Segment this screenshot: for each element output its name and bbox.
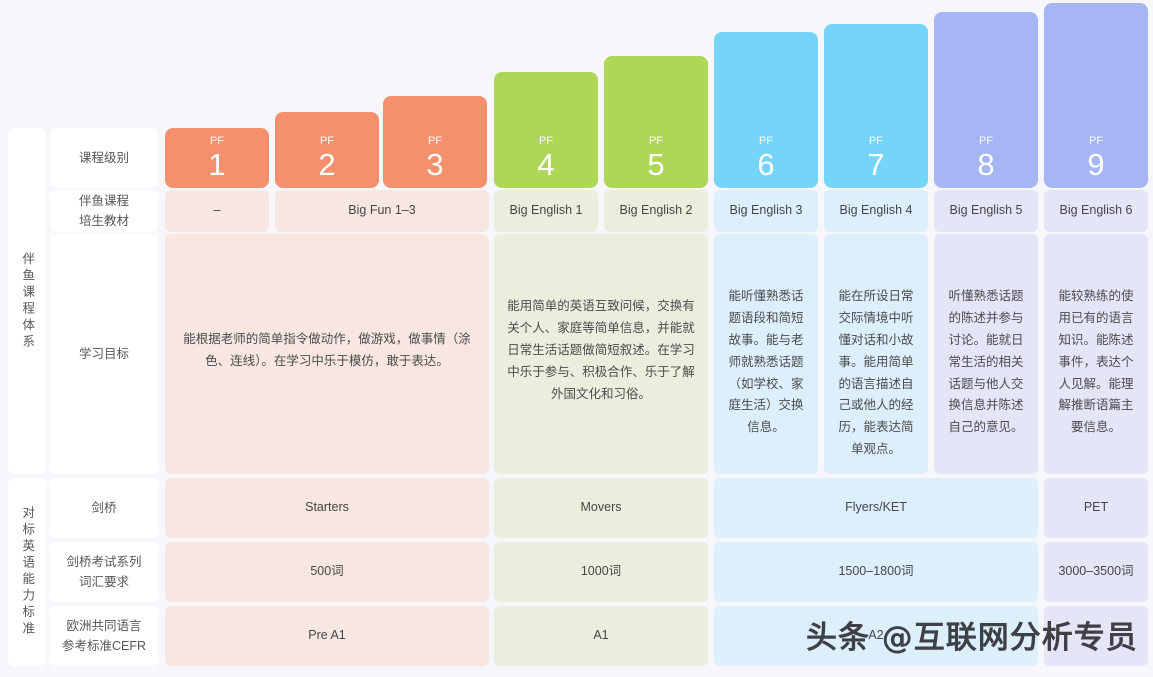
vocabulary-text: 1500–1800词 xyxy=(838,564,914,579)
vocabulary-cell: 500词 xyxy=(165,542,489,602)
level-header-2[interactable]: PF 2 xyxy=(275,112,379,188)
goal-text: 能用简单的英语互致问候，交换有关个人、家庭等简单信息，并能就日常生活话题做简短叙… xyxy=(507,299,695,401)
goal-text: 听懂熟悉话题的陈述并参与讨论。能就日常生活的相关话题与他人交换信息并陈述自己的意… xyxy=(948,289,1024,435)
cambridge-text: Flyers/KET xyxy=(845,500,907,515)
textbook-text: Big English 6 xyxy=(1059,203,1133,218)
goal-cell: 能听懂熟悉话题语段和简短故事。能与老师就熟悉话题（如学校、家庭生活）交换信息。 xyxy=(714,234,818,474)
row-label-vocabulary-text: 剑桥考试系列 词汇要求 xyxy=(66,555,142,589)
level-number: 9 xyxy=(1087,147,1105,183)
group-label-text: 伴鱼课程体系 xyxy=(20,251,35,351)
textbook-cell: Big English 1 xyxy=(494,190,598,232)
level-number: 4 xyxy=(537,147,555,183)
textbook-text: Big English 2 xyxy=(619,203,693,218)
goal-text: 能较熟练的使用已有的语言知识。能陈述事件，表达个人见解。能理解推断语篇主要信息。 xyxy=(1058,289,1134,435)
group-label-english-standard: 对标英语能力标准 xyxy=(8,478,46,666)
level-header-5[interactable]: PF 5 xyxy=(604,56,708,188)
cambridge-cell: PET xyxy=(1044,478,1148,538)
group-label-course-system: 伴鱼课程体系 xyxy=(8,128,46,474)
cefr-text: Pre A1 xyxy=(308,628,346,643)
goal-cell: 听懂熟悉话题的陈述并参与讨论。能就日常生活的相关话题与他人交换信息并陈述自己的意… xyxy=(934,234,1038,474)
level-number: 5 xyxy=(647,147,665,183)
row-label-level: 课程级别 xyxy=(50,128,158,188)
row-label-level-text: 课程级别 xyxy=(78,151,129,165)
level-number: 6 xyxy=(757,147,775,183)
level-number: 3 xyxy=(426,147,444,183)
vocabulary-text: 1000词 xyxy=(580,564,622,579)
textbook-text: Big English 5 xyxy=(949,203,1023,218)
vocabulary-cell: 3000–3500词 xyxy=(1044,542,1148,602)
cambridge-text: PET xyxy=(1083,500,1109,515)
cambridge-text: Starters xyxy=(305,500,349,515)
vocabulary-cell: 1500–1800词 xyxy=(714,542,1038,602)
textbook-cell: Big English 4 xyxy=(824,190,928,232)
cefr-cell: Pre A1 xyxy=(165,606,489,666)
textbook-text: – xyxy=(213,203,221,218)
level-prefix: PF xyxy=(648,135,664,148)
course-level-comparison-chart: 伴鱼课程体系对标英语能力标准 课程级别伴鱼课程 培生教材学习目标剑桥剑桥考试系列 … xyxy=(0,0,1153,677)
row-label-goal-text: 学习目标 xyxy=(78,347,129,361)
row-label-cambridge-text: 剑桥 xyxy=(91,501,117,515)
textbook-text: Big English 3 xyxy=(729,203,803,218)
goal-text: 能在所设日常交际情境中听懂对话和小故事。能用简单的语言描述自己或他人的经历，能表… xyxy=(838,289,914,457)
row-label-cefr: 欧洲共同语言 参考标准CEFR xyxy=(50,606,158,666)
textbook-cell: Big English 2 xyxy=(604,190,708,232)
vocabulary-cell: 1000词 xyxy=(494,542,708,602)
cambridge-text: Movers xyxy=(580,500,622,515)
textbook-cell: Big English 6 xyxy=(1044,190,1148,232)
cambridge-cell: Starters xyxy=(165,478,489,538)
cefr-cell: A1 xyxy=(494,606,708,666)
level-prefix: PF xyxy=(427,135,443,148)
level-prefix: PF xyxy=(868,135,884,148)
row-label-textbook: 伴鱼课程 培生教材 xyxy=(50,190,158,232)
goal-text: 能听懂熟悉话题语段和简短故事。能与老师就熟悉话题（如学校、家庭生活）交换信息。 xyxy=(728,289,804,435)
textbook-text: Big Fun 1–3 xyxy=(348,203,416,218)
level-header-9[interactable]: PF 9 xyxy=(1044,3,1148,188)
textbook-cell: Big English 3 xyxy=(714,190,818,232)
goal-text: 能根据老师的简单指令做动作，做游戏，做事情（涂色、连线）。在学习中乐于模仿，敢于… xyxy=(183,332,471,368)
goal-cell: 能根据老师的简单指令做动作，做游戏，做事情（涂色、连线）。在学习中乐于模仿，敢于… xyxy=(165,234,489,474)
level-prefix: PF xyxy=(209,135,225,148)
row-label-cefr-text: 欧洲共同语言 参考标准CEFR xyxy=(61,619,147,653)
cefr-text: A1 xyxy=(593,628,609,643)
level-header-8[interactable]: PF 8 xyxy=(934,12,1038,188)
level-prefix: PF xyxy=(319,135,335,148)
group-label-text: 对标英语能力标准 xyxy=(20,506,35,638)
cambridge-cell: Movers xyxy=(494,478,708,538)
level-header-3[interactable]: PF 3 xyxy=(383,96,487,188)
level-prefix: PF xyxy=(978,135,994,148)
textbook-text: Big English 1 xyxy=(509,203,583,218)
textbook-cell: – xyxy=(165,190,269,232)
row-label-cambridge: 剑桥 xyxy=(50,478,158,538)
level-header-1[interactable]: PF 1 xyxy=(165,128,269,188)
textbook-cell: Big English 5 xyxy=(934,190,1038,232)
level-number: 7 xyxy=(867,147,885,183)
textbook-cell: Big Fun 1–3 xyxy=(275,190,489,232)
row-label-textbook-text: 伴鱼课程 培生教材 xyxy=(78,194,129,228)
level-prefix: PF xyxy=(1088,135,1104,148)
row-label-goal: 学习目标 xyxy=(50,234,158,474)
level-header-4[interactable]: PF 4 xyxy=(494,72,598,188)
goal-cell: 能用简单的英语互致问候，交换有关个人、家庭等简单信息，并能就日常生活话题做简短叙… xyxy=(494,234,708,474)
level-header-7[interactable]: PF 7 xyxy=(824,24,928,188)
level-prefix: PF xyxy=(758,135,774,148)
vocabulary-text: 3000–3500词 xyxy=(1058,564,1134,579)
cambridge-cell: Flyers/KET xyxy=(714,478,1038,538)
level-number: 1 xyxy=(208,147,226,183)
watermark-text: 头条 @互联网分析专员 xyxy=(806,620,1138,656)
level-number: 2 xyxy=(318,147,336,183)
level-number: 8 xyxy=(977,147,995,183)
level-prefix: PF xyxy=(538,135,554,148)
vocabulary-text: 500词 xyxy=(310,564,344,579)
row-label-vocabulary: 剑桥考试系列 词汇要求 xyxy=(50,542,158,602)
goal-cell: 能较熟练的使用已有的语言知识。能陈述事件，表达个人见解。能理解推断语篇主要信息。 xyxy=(1044,234,1148,474)
goal-cell: 能在所设日常交际情境中听懂对话和小故事。能用简单的语言描述自己或他人的经历，能表… xyxy=(824,234,928,474)
textbook-text: Big English 4 xyxy=(839,203,913,218)
level-header-6[interactable]: PF 6 xyxy=(714,32,818,188)
